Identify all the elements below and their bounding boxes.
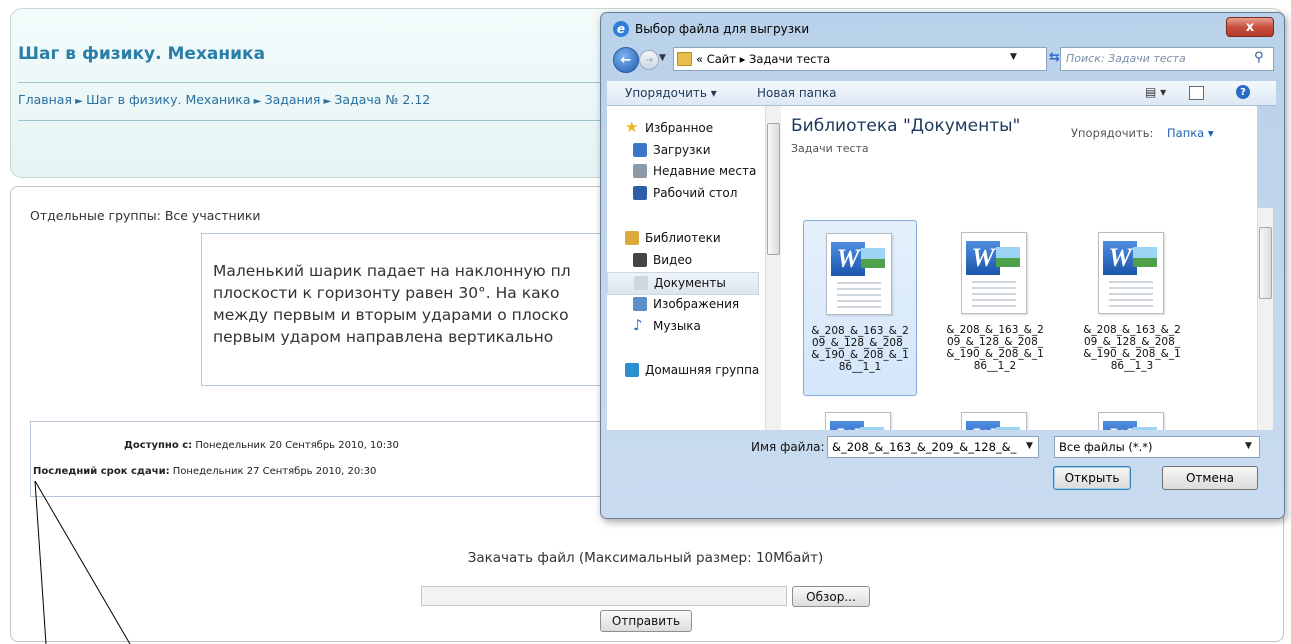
dialog-title: Выбор файла для выгрузки xyxy=(635,22,810,36)
nav-item[interactable]: Загрузки xyxy=(607,140,757,161)
search-placeholder: Поиск: Задачи теста xyxy=(1066,52,1186,65)
file-list-scroll-thumb[interactable] xyxy=(1259,227,1272,299)
dialog-toolbar: Упорядочить ▾ Новая папка ▤ ▾ ? xyxy=(607,81,1276,106)
file-item[interactable]: W xyxy=(939,400,1051,430)
folder-icon xyxy=(677,52,692,66)
nav-item[interactable]: Библиотеки xyxy=(607,228,757,249)
word-document-icon: W xyxy=(1098,412,1164,430)
open-button[interactable]: Открыть xyxy=(1053,466,1131,490)
desktop-icon xyxy=(633,186,647,200)
video-icon xyxy=(633,253,647,267)
nav-item-label: Домашняя группа xyxy=(645,363,760,377)
file-item[interactable]: W &_208_&_163_&_2 09_&_128_&_208_ &_190_&_2… xyxy=(939,220,1051,394)
address-bar[interactable]: « Сайт ▸ Задачи теста ▼ xyxy=(673,47,1047,71)
nav-item-label: Библиотеки xyxy=(645,231,721,245)
pictures-icon xyxy=(633,297,647,311)
nav-item-label: Музыка xyxy=(653,319,701,333)
file-name-label: &_208_&_163_&_2 09_&_128_&_208_ &_190_&_20… xyxy=(811,325,909,373)
file-type-value: Все файлы (*.*) xyxy=(1059,440,1153,454)
ie-icon: e xyxy=(613,21,629,37)
homegroup-icon xyxy=(625,363,639,377)
file-type-dropdown-icon[interactable]: ▼ xyxy=(1245,441,1252,451)
documents-icon xyxy=(634,276,648,290)
word-document-icon: W xyxy=(826,233,892,315)
forward-arrow-icon[interactable]: → xyxy=(639,50,659,70)
nav-item[interactable]: Документы xyxy=(607,272,759,295)
back-arrow-icon[interactable]: ← xyxy=(613,47,639,73)
file-name-value: &_208_&_163_&_209_&_128_&_ xyxy=(832,440,1017,454)
nav-item-label: Недавние места xyxy=(653,164,757,178)
music-icon: ♪ xyxy=(633,316,643,334)
libraries-icon xyxy=(625,231,639,245)
file-name-label: Имя файла: xyxy=(751,440,825,454)
nav-item-label: Избранное xyxy=(645,121,714,135)
recent-places-icon xyxy=(633,164,647,178)
address-path: « Сайт ▸ Задачи теста xyxy=(696,52,831,66)
file-list-pane: Библиотека "Документы" Задачи теста Упор… xyxy=(781,106,1257,430)
nav-item[interactable]: ★ Избранное xyxy=(607,118,757,139)
search-icon[interactable]: ⚲ xyxy=(1254,50,1264,65)
change-view-icon[interactable]: ▤ ▾ xyxy=(1145,85,1166,99)
organize-menu[interactable]: Упорядочить ▾ xyxy=(625,86,717,100)
word-document-icon: W xyxy=(961,232,1027,314)
library-title: Библиотека "Документы" xyxy=(791,116,1021,136)
new-folder-button[interactable]: Новая папка xyxy=(757,86,836,100)
library-subtitle: Задачи теста xyxy=(791,142,869,155)
nav-item[interactable]: Недавние места xyxy=(607,161,757,182)
file-name-dropdown-icon[interactable]: ▼ xyxy=(1026,441,1033,451)
file-item[interactable]: W xyxy=(803,400,915,430)
close-button[interactable]: x xyxy=(1226,17,1274,37)
file-item[interactable]: W &_208_&_163_&_2 09_&_128_&_208_ &_190_&_2… xyxy=(1076,220,1188,394)
cancel-button[interactable]: Отмена xyxy=(1162,466,1258,490)
address-dropdown-icon[interactable]: ▼ xyxy=(1010,52,1017,62)
nav-item-label: Изображения xyxy=(653,297,740,311)
star-icon: ★ xyxy=(625,118,639,136)
nav-item[interactable]: Рабочий стол xyxy=(607,183,757,204)
nav-item[interactable]: Изображения xyxy=(607,294,757,315)
file-name-label: &_208_&_163_&_2 09_&_128_&_208_ &_190_&_20… xyxy=(946,324,1044,372)
file-type-select[interactable]: Все файлы (*.*) ▼ xyxy=(1054,436,1260,458)
nav-item-label: Рабочий стол xyxy=(653,186,738,200)
file-name-input[interactable]: &_208_&_163_&_209_&_128_&_ ▼ xyxy=(827,436,1039,458)
nav-item-label: Видео xyxy=(653,253,693,267)
file-name-label: &_208_&_163_&_2 09_&_128_&_208_ &_190_&_20… xyxy=(1083,324,1181,372)
navigation-pane: ★ Избранное Загрузки Недавние места Рабочий … xyxy=(607,106,766,430)
navigation-scroll-thumb[interactable] xyxy=(767,123,780,255)
file-item[interactable]: W &_208_&_163_&_2 09_&_128_&_208_ &_190_&_2… xyxy=(803,220,917,396)
arrange-by-dropdown[interactable]: Папка ▾ xyxy=(1167,126,1214,140)
search-input[interactable]: Поиск: Задачи теста ⚲ xyxy=(1060,47,1274,71)
downloads-icon xyxy=(633,143,647,157)
file-item[interactable]: W xyxy=(1076,400,1188,430)
file-upload-dialog: e Выбор файла для выгрузки x ← → ▼ « Сай… xyxy=(600,12,1285,519)
preview-pane-icon[interactable] xyxy=(1189,86,1204,100)
word-document-icon: W xyxy=(1098,232,1164,314)
nav-item-label: Документы xyxy=(654,276,726,290)
help-icon[interactable]: ? xyxy=(1236,85,1250,99)
nav-item-label: Загрузки xyxy=(653,143,711,157)
annotation-line-right xyxy=(34,480,131,644)
nav-item[interactable]: ♪ Музыка xyxy=(607,316,757,337)
word-document-icon: W xyxy=(961,412,1027,430)
recent-locations-dropdown-icon[interactable]: ▼ xyxy=(659,53,666,63)
nav-item[interactable]: Видео xyxy=(607,250,757,271)
nav-item[interactable]: Домашняя группа xyxy=(607,360,760,381)
annotation-line-left xyxy=(34,480,47,644)
arrange-by-label: Упорядочить: xyxy=(1071,126,1154,140)
word-document-icon: W xyxy=(825,412,891,430)
